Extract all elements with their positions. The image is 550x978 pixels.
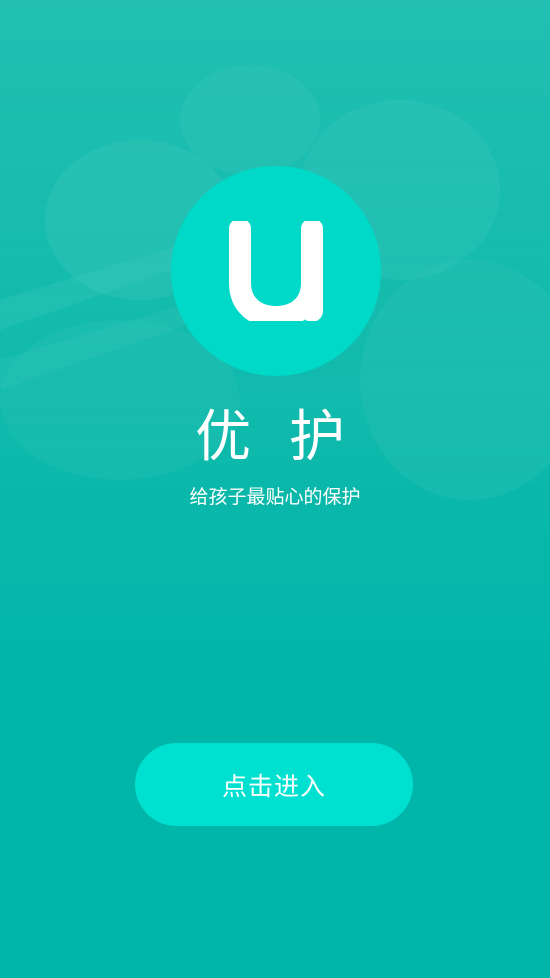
app-tagline: 给孩子最贴心的保护: [189, 486, 361, 508]
enter-button[interactable]: 点击进入: [135, 743, 413, 826]
u-letter-logo-icon: [229, 221, 323, 321]
app-logo: [171, 166, 381, 376]
app-title: 优 护: [195, 405, 355, 470]
splash-screen: 优 护 给孩子最贴心的保护 点击进入: [0, 0, 550, 978]
